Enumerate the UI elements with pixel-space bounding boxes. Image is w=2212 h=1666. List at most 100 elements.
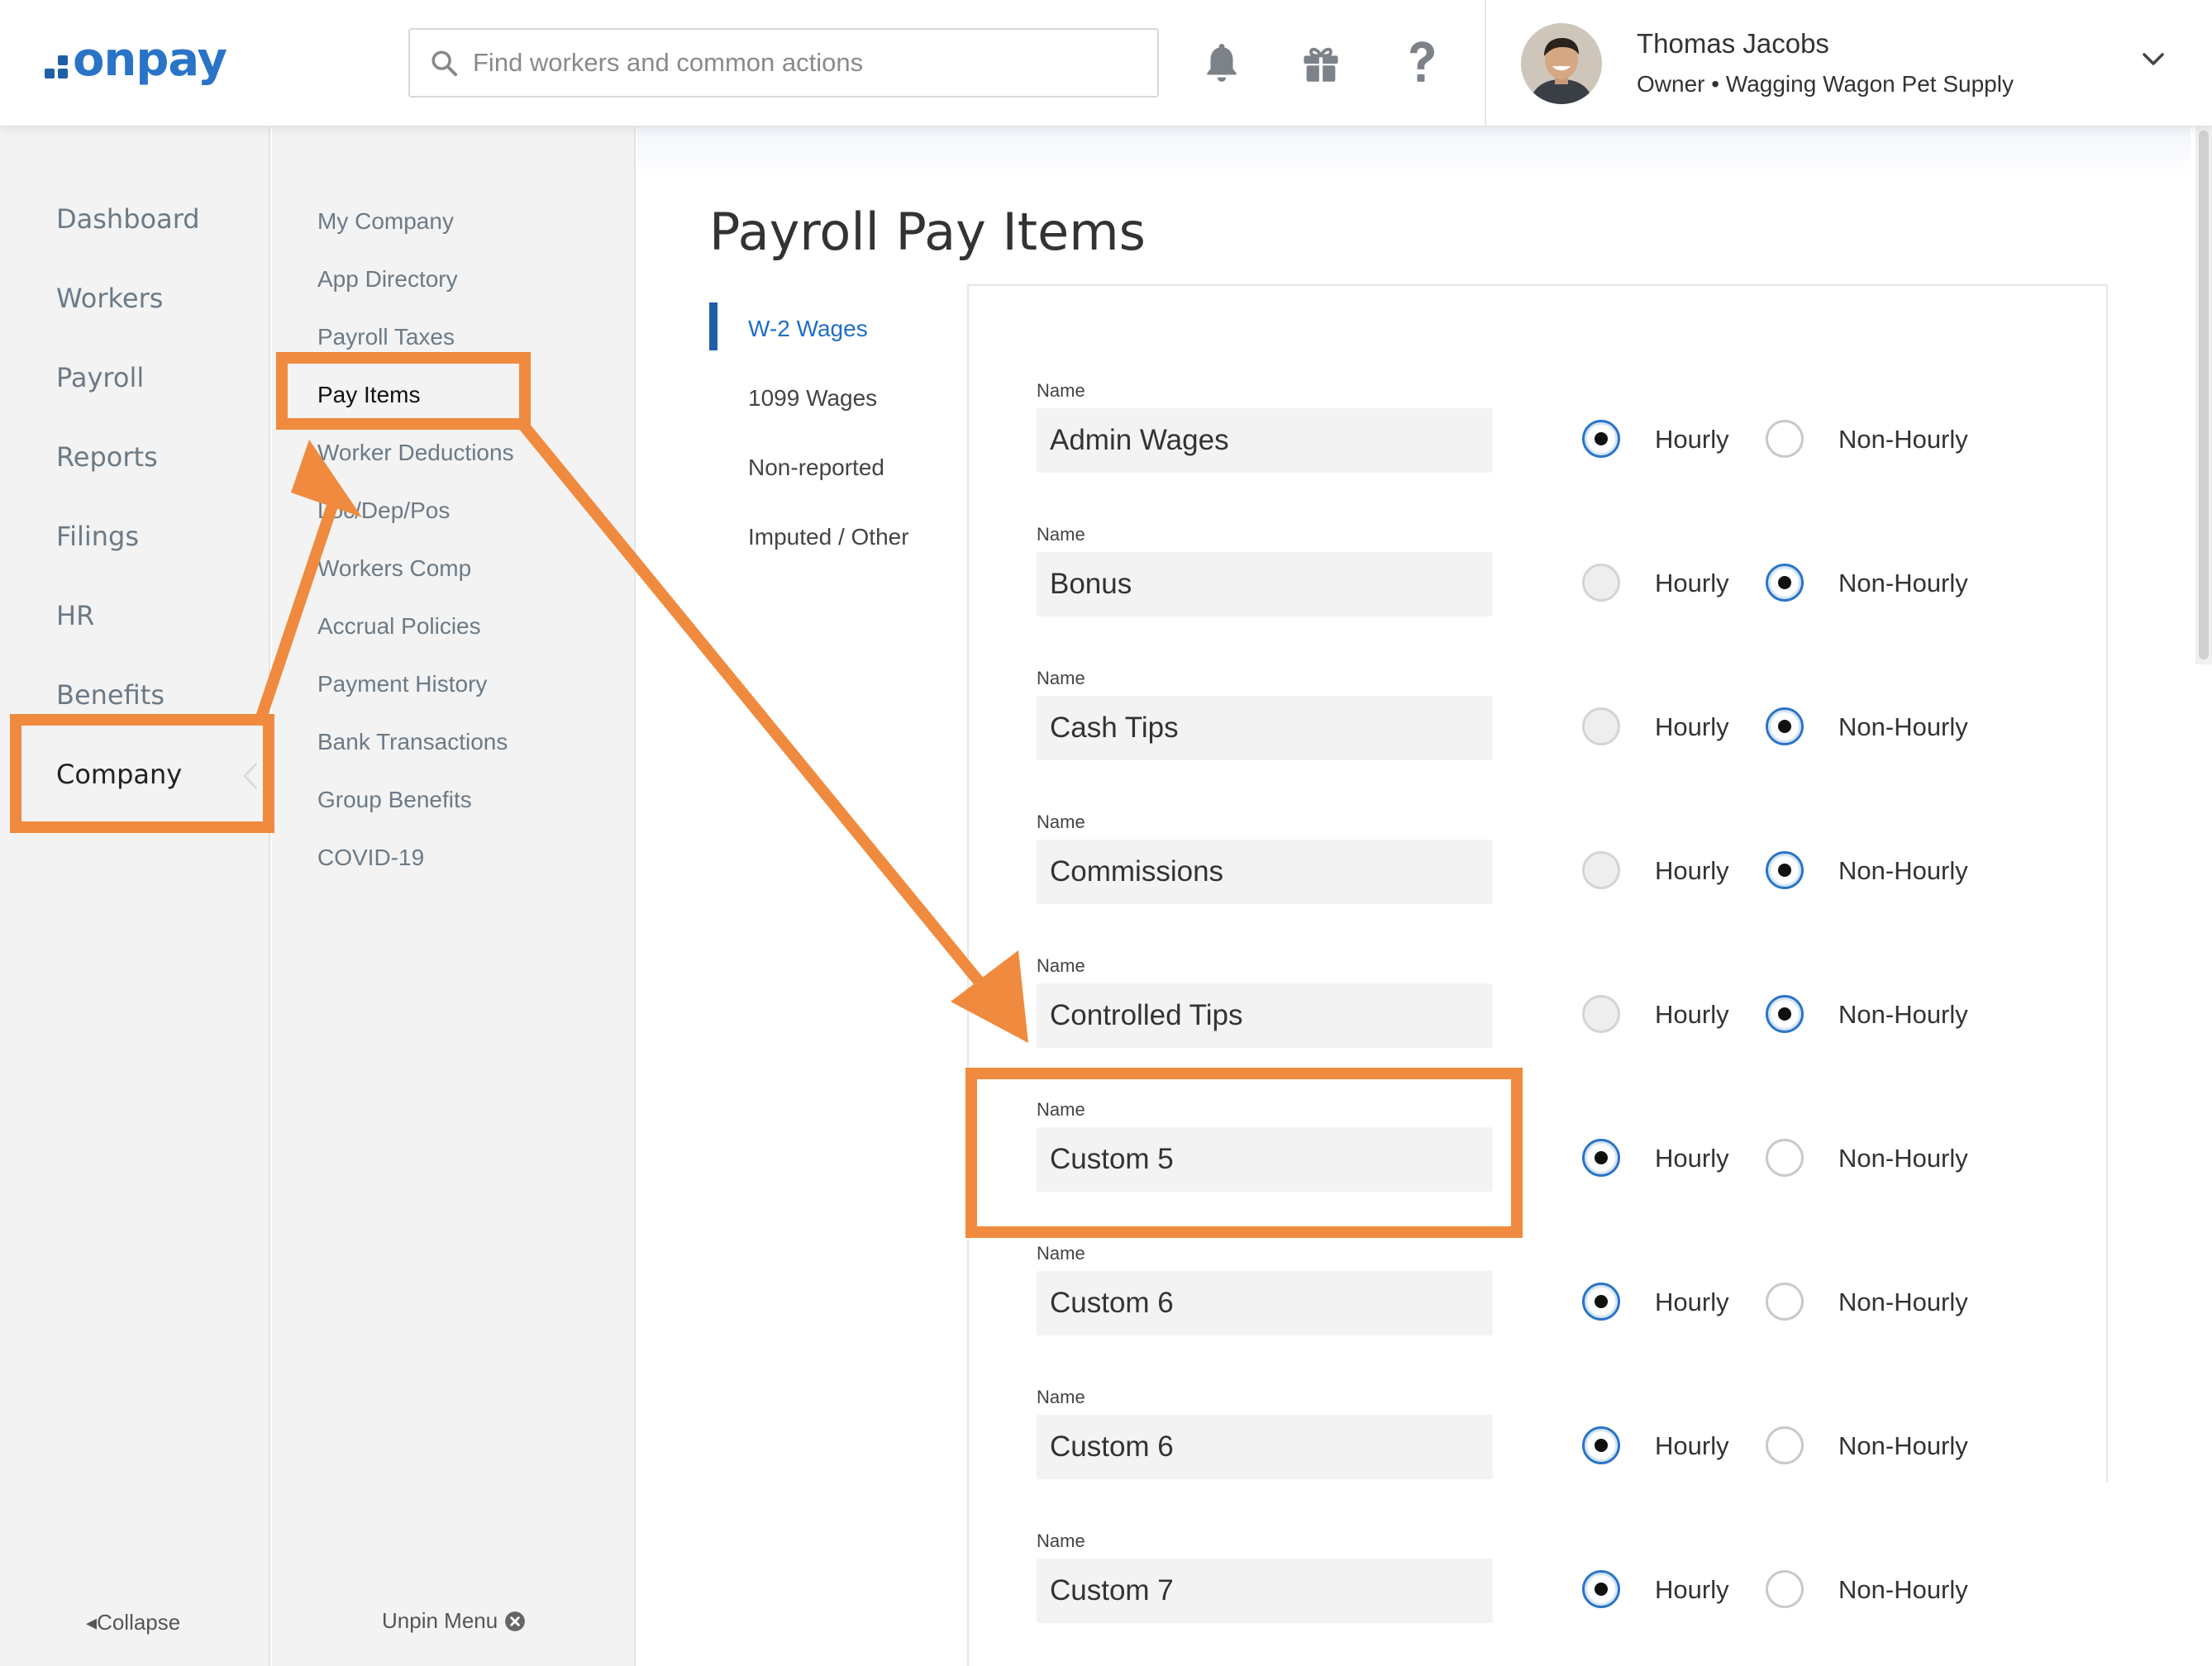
radio-non-hourly[interactable] bbox=[1766, 995, 1804, 1033]
nav-item-reports[interactable]: Reports bbox=[56, 441, 158, 473]
field-label: Name bbox=[1037, 1530, 1085, 1551]
radio-hourly[interactable] bbox=[1582, 420, 1620, 458]
field-label: Name bbox=[1037, 1387, 1085, 1407]
pay-item-name-input[interactable] bbox=[1037, 840, 1493, 904]
field-label: Name bbox=[1037, 1243, 1085, 1264]
pay-item-name-input[interactable] bbox=[1037, 1415, 1493, 1479]
radio-non-hourly[interactable] bbox=[1766, 1570, 1804, 1608]
search-icon bbox=[431, 50, 458, 77]
subnav-loc-dep-pos[interactable]: Loc/Dep/Pos bbox=[317, 497, 450, 524]
radio-hourly[interactable] bbox=[1582, 1139, 1620, 1177]
radio-label-hourly: Hourly bbox=[1655, 1000, 1729, 1029]
radio-label-non-hourly: Non-Hourly bbox=[1838, 1288, 1968, 1316]
bell-icon[interactable] bbox=[1197, 38, 1247, 88]
field-label: Name bbox=[1037, 524, 1085, 545]
subnav-accrual-policies[interactable]: Accrual Policies bbox=[317, 613, 481, 640]
radio-hourly[interactable] bbox=[1582, 851, 1620, 889]
radio-non-hourly[interactable] bbox=[1766, 420, 1804, 458]
radio-label-hourly: Hourly bbox=[1655, 425, 1729, 454]
user-subtitle: Owner • Wagging Wagon Pet Supply bbox=[1637, 71, 2014, 97]
nav-item-payroll[interactable]: Payroll bbox=[56, 362, 144, 393]
tab-w2-wages[interactable]: W-2 Wages bbox=[748, 316, 868, 342]
field-label: Name bbox=[1037, 668, 1085, 688]
radio-label-non-hourly: Non-Hourly bbox=[1838, 1431, 1968, 1460]
radio-label-non-hourly: Non-Hourly bbox=[1838, 1575, 1968, 1604]
nav-item-benefits[interactable]: Benefits bbox=[56, 679, 164, 711]
user-name[interactable]: Thomas Jacobs bbox=[1637, 28, 1829, 60]
pay-item-name-input[interactable] bbox=[1037, 552, 1493, 616]
search-input[interactable] bbox=[473, 48, 1134, 78]
radio-hourly[interactable] bbox=[1582, 564, 1620, 602]
radio-non-hourly[interactable] bbox=[1766, 851, 1804, 889]
subnav-workers-comp[interactable]: Workers Comp bbox=[317, 555, 471, 582]
main-top-shadow bbox=[636, 127, 2191, 177]
subnav-covid-19[interactable]: COVID-19 bbox=[317, 845, 424, 871]
collapse-label: Collapse bbox=[97, 1610, 181, 1635]
field-label: Name bbox=[1037, 955, 1085, 976]
help-icon[interactable] bbox=[1397, 38, 1447, 88]
pay-item-name-input[interactable] bbox=[1037, 1271, 1493, 1335]
highlight-custom-5 bbox=[965, 1068, 1523, 1238]
unpin-label: Unpin Menu bbox=[382, 1608, 498, 1633]
nav-item-filings[interactable]: Filings bbox=[56, 521, 139, 552]
panel-fade bbox=[1919, 1483, 2118, 1666]
radio-label-non-hourly: Non-Hourly bbox=[1838, 1144, 1968, 1173]
radio-hourly[interactable] bbox=[1582, 1426, 1620, 1464]
radio-label-hourly: Hourly bbox=[1655, 1431, 1729, 1460]
radio-hourly[interactable] bbox=[1582, 1570, 1620, 1608]
radio-label-hourly: Hourly bbox=[1655, 569, 1729, 597]
onpay-logo[interactable]: onpay bbox=[45, 33, 227, 87]
radio-non-hourly[interactable] bbox=[1766, 564, 1804, 602]
logo-text: onpay bbox=[73, 33, 227, 87]
caret-left-icon: ◂ bbox=[86, 1610, 98, 1635]
subnav-my-company[interactable]: My Company bbox=[317, 208, 454, 235]
radio-non-hourly[interactable] bbox=[1766, 1139, 1804, 1177]
subnav-payment-history[interactable]: Payment History bbox=[317, 671, 487, 697]
radio-hourly[interactable] bbox=[1582, 707, 1620, 745]
subnav-app-directory[interactable]: App Directory bbox=[317, 266, 458, 293]
subnav-worker-deductions[interactable]: Worker Deductions bbox=[317, 440, 514, 466]
radio-label-hourly: Hourly bbox=[1655, 856, 1729, 885]
pay-item-name-input[interactable] bbox=[1037, 1559, 1493, 1623]
pay-item-name-input[interactable] bbox=[1037, 983, 1493, 1048]
active-tab-indicator bbox=[709, 302, 717, 350]
field-label: Name bbox=[1037, 380, 1085, 401]
nav-item-dashboard[interactable]: Dashboard bbox=[56, 203, 200, 235]
highlight-pay-items bbox=[276, 352, 531, 430]
radio-label-hourly: Hourly bbox=[1655, 1144, 1729, 1173]
radio-label-non-hourly: Non-Hourly bbox=[1838, 856, 1968, 885]
avatar[interactable] bbox=[1521, 23, 1602, 104]
tab-imputed-other[interactable]: Imputed / Other bbox=[748, 524, 909, 550]
radio-label-non-hourly: Non-Hourly bbox=[1838, 1000, 1968, 1029]
radio-label-non-hourly: Non-Hourly bbox=[1838, 569, 1968, 597]
radio-non-hourly[interactable] bbox=[1766, 707, 1804, 745]
radio-label-hourly: Hourly bbox=[1655, 1575, 1729, 1604]
collapse-button[interactable]: ◂Collapse bbox=[86, 1610, 180, 1635]
search-box[interactable] bbox=[408, 28, 1159, 98]
pay-item-name-input[interactable] bbox=[1037, 408, 1493, 473]
tab-1099-wages[interactable]: 1099 Wages bbox=[748, 385, 877, 412]
close-circle-icon bbox=[505, 1611, 526, 1631]
subnav-group-benefits[interactable]: Group Benefits bbox=[317, 787, 472, 813]
top-header: onpay Thomas Jacobs Owner • Wagging Wago… bbox=[0, 0, 2212, 127]
radio-hourly[interactable] bbox=[1582, 995, 1620, 1033]
radio-hourly[interactable] bbox=[1582, 1283, 1620, 1321]
tab-non-reported[interactable]: Non-reported bbox=[748, 455, 884, 481]
pay-item-name-input[interactable] bbox=[1037, 696, 1493, 760]
nav-item-workers[interactable]: Workers bbox=[56, 283, 163, 314]
header-divider bbox=[1485, 0, 1486, 126]
field-label: Name bbox=[1037, 812, 1085, 832]
radio-non-hourly[interactable] bbox=[1766, 1426, 1804, 1464]
radio-label-hourly: Hourly bbox=[1655, 712, 1729, 741]
subnav-payroll-taxes[interactable]: Payroll Taxes bbox=[317, 324, 455, 350]
radio-label-non-hourly: Non-Hourly bbox=[1838, 712, 1968, 741]
primary-sidebar bbox=[0, 127, 270, 1666]
gift-icon[interactable] bbox=[1296, 38, 1346, 88]
subnav-bank-transactions[interactable]: Bank Transactions bbox=[317, 729, 508, 755]
page-title: Payroll Pay Items bbox=[709, 202, 1146, 262]
chevron-down-icon[interactable] bbox=[2141, 51, 2166, 72]
nav-item-hr[interactable]: HR bbox=[56, 600, 94, 631]
unpin-menu-button[interactable]: Unpin Menu bbox=[382, 1608, 526, 1634]
radio-non-hourly[interactable] bbox=[1766, 1283, 1804, 1321]
scrollbar[interactable] bbox=[2195, 127, 2212, 664]
